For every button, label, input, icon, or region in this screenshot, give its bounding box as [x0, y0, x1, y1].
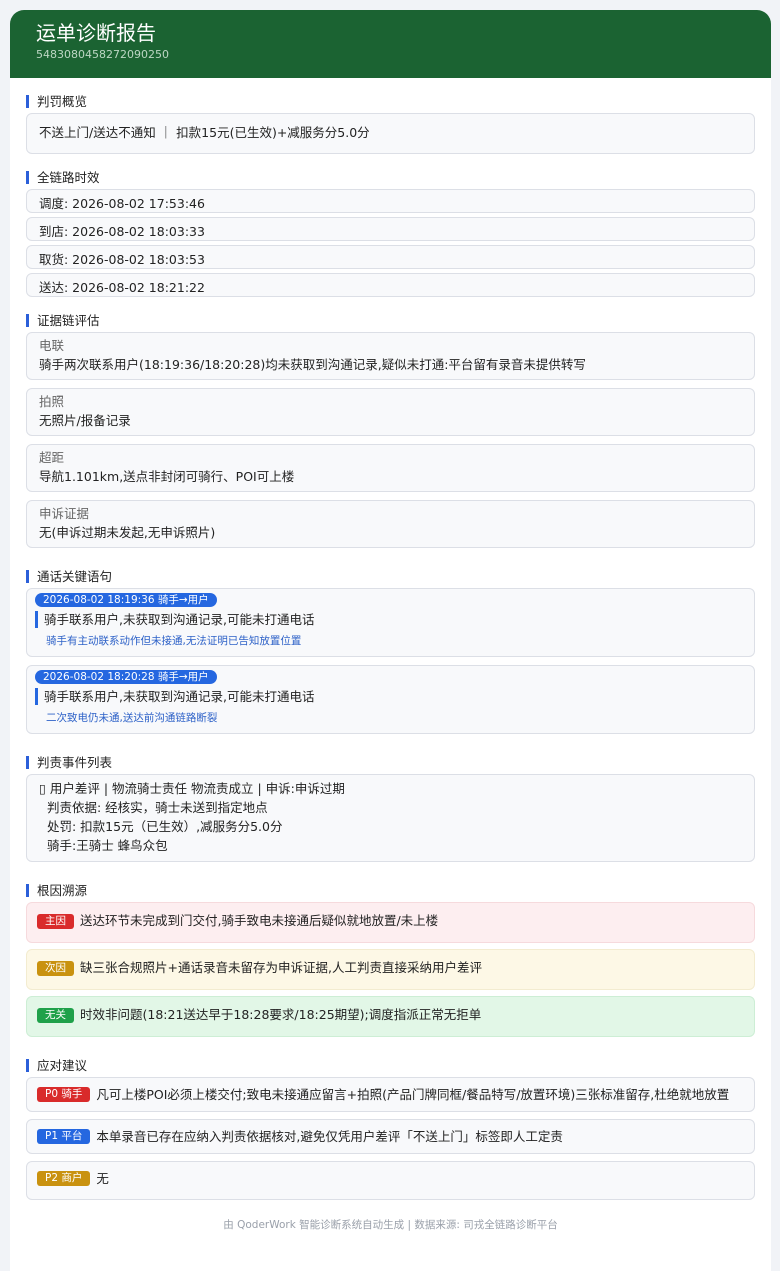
cause-badge: 无关	[37, 1008, 74, 1023]
call-summary: 骑手联系用户,未获取到沟通记录,可能未打通电话	[35, 688, 746, 705]
priority-badge: P0 骑手	[37, 1087, 91, 1102]
section-title-overview: 判罚概览	[26, 95, 755, 108]
evidence-item-appeal: 申诉证据 无(申诉过期未发起,无申诉照片)	[26, 500, 755, 548]
call-note: 二次致电仍未通,送达前沟通链路断裂	[46, 712, 218, 724]
page-title: 运单诊断报告	[36, 21, 156, 45]
suggestion-text: 本单录音已存在应纳入判责依据核对,避免仅凭用户差评「不送上门」标签即人工定责	[96, 1129, 563, 1144]
event-item: ▯ 用户差评 | 物流骑士责任 物流责成立 | 申诉:申诉过期 判责依据: 经核…	[26, 774, 755, 862]
evidence-text: 骑手两次联系用户(18:19:36/18:20:28)均未获取到沟通记录,疑似未…	[39, 357, 586, 372]
timeline-row-pickup: 取货: 2026-08-02 18:03:53	[26, 245, 755, 269]
event-header: ▯ 用户差评 | 物流骑士责任 物流责成立 | 申诉:申诉过期	[39, 781, 345, 796]
call-note: 骑手有主动联系动作但未接通,无法证明已告知放置位置	[46, 635, 302, 647]
cause-item-primary: 主因 送达环节未完成到门交付,骑手致电未接通后疑似就地放置/未上楼	[26, 902, 755, 943]
priority-badge: P2 商户	[37, 1171, 91, 1186]
section-title-timeline: 全链路时效	[26, 171, 755, 184]
suggestion-item-p1: P1 平台 本单录音已存在应纳入判责依据核对,避免仅凭用户差评「不送上门」标签即…	[26, 1119, 755, 1154]
evidence-label: 电联	[39, 338, 65, 353]
report-content: 判罚概览 不送上门/送达不通知 ｜ 扣款15元(已生效)+减服务分5.0分 全链…	[10, 95, 771, 1232]
event-penalty: 处罚: 扣款15元（已生效）,减服务分5.0分	[47, 819, 283, 834]
call-time-tag: 2026-08-02 18:20:28 骑手→用户	[35, 670, 217, 684]
call-time-tag: 2026-08-02 18:19:36 骑手→用户	[35, 593, 217, 607]
cause-text: 缺三张合规照片+通话录音未留存为申诉证据,人工判责直接采纳用户差评	[80, 960, 482, 975]
evidence-item-distance: 超距 导航1.101km,送点非封闭可骑行、POI可上楼	[26, 444, 755, 492]
evidence-text: 无照片/报备记录	[39, 413, 131, 428]
footer: 由 QoderWork 智能诊断系统自动生成 | 数据来源: 司戎全链路诊断平台	[223, 1219, 558, 1231]
cause-text: 送达环节未完成到门交付,骑手致电未接通后疑似就地放置/未上楼	[80, 913, 439, 928]
section-title-causes: 根因溯源	[26, 884, 755, 897]
timeline-row-delivered: 送达: 2026-08-02 18:21:22	[26, 273, 755, 297]
call-item: 2026-08-02 18:20:28 骑手→用户 骑手联系用户,未获取到沟通记…	[26, 665, 755, 734]
cause-text: 时效非问题(18:21送达早于18:28要求/18:25期望);调度指派正常无拒…	[80, 1007, 482, 1022]
cause-badge: 次因	[37, 961, 74, 976]
evidence-item-call: 电联 骑手两次联系用户(18:19:36/18:20:28)均未获取到沟通记录,…	[26, 332, 755, 380]
suggestion-item-p2: P2 商户 无	[26, 1161, 755, 1200]
section-title-calls: 通话关键语句	[26, 570, 755, 583]
call-item: 2026-08-02 18:19:36 骑手→用户 骑手联系用户,未获取到沟通记…	[26, 588, 755, 657]
suggestion-item-p0: P0 骑手 凡可上楼POI必须上楼交付;致电未接通应留言+拍照(产品门牌同框/餐…	[26, 1077, 755, 1112]
section-title-suggestions: 应对建议	[26, 1059, 755, 1072]
suggestion-text: 凡可上楼POI必须上楼交付;致电未接通应留言+拍照(产品门牌同框/餐品特写/放置…	[96, 1087, 730, 1102]
event-basis: 判责依据: 经核实，骑士未送到指定地点	[47, 800, 268, 815]
section-title-events: 判责事件列表	[26, 756, 755, 769]
evidence-text: 无(申诉过期未发起,无申诉照片)	[39, 525, 216, 540]
evidence-item-photo: 拍照 无照片/报备记录	[26, 388, 755, 436]
evidence-text: 导航1.101km,送点非封闭可骑行、POI可上楼	[39, 469, 295, 484]
report-page: 运单诊断报告 5483080458272090250 判罚概览 不送上门/送达不…	[10, 10, 771, 1271]
section-title-evidence: 证据链评估	[26, 314, 755, 327]
overview-box: 不送上门/送达不通知 ｜ 扣款15元(已生效)+减服务分5.0分	[26, 113, 755, 154]
evidence-label: 拍照	[39, 394, 65, 409]
timeline-row-dispatch: 调度: 2026-08-02 17:53:46	[26, 189, 755, 213]
evidence-label: 申诉证据	[39, 506, 90, 521]
order-id: 5483080458272090250	[36, 48, 169, 61]
suggestion-text: 无	[96, 1171, 109, 1186]
cause-badge: 主因	[37, 914, 74, 929]
priority-badge: P1 平台	[37, 1129, 91, 1144]
timeline-row-arrive-store: 到店: 2026-08-02 18:03:33	[26, 217, 755, 241]
call-summary: 骑手联系用户,未获取到沟通记录,可能未打通电话	[35, 611, 746, 628]
cause-item-secondary: 次因 缺三张合规照片+通话录音未留存为申诉证据,人工判责直接采纳用户差评	[26, 949, 755, 990]
event-rider: 骑手:王骑士 蜂鸟众包	[47, 838, 168, 853]
cause-item-unrelated: 无关 时效非问题(18:21送达早于18:28要求/18:25期望);调度指派正常…	[26, 996, 755, 1037]
evidence-label: 超距	[39, 450, 65, 465]
report-header: 运单诊断报告 5483080458272090250	[10, 10, 771, 78]
